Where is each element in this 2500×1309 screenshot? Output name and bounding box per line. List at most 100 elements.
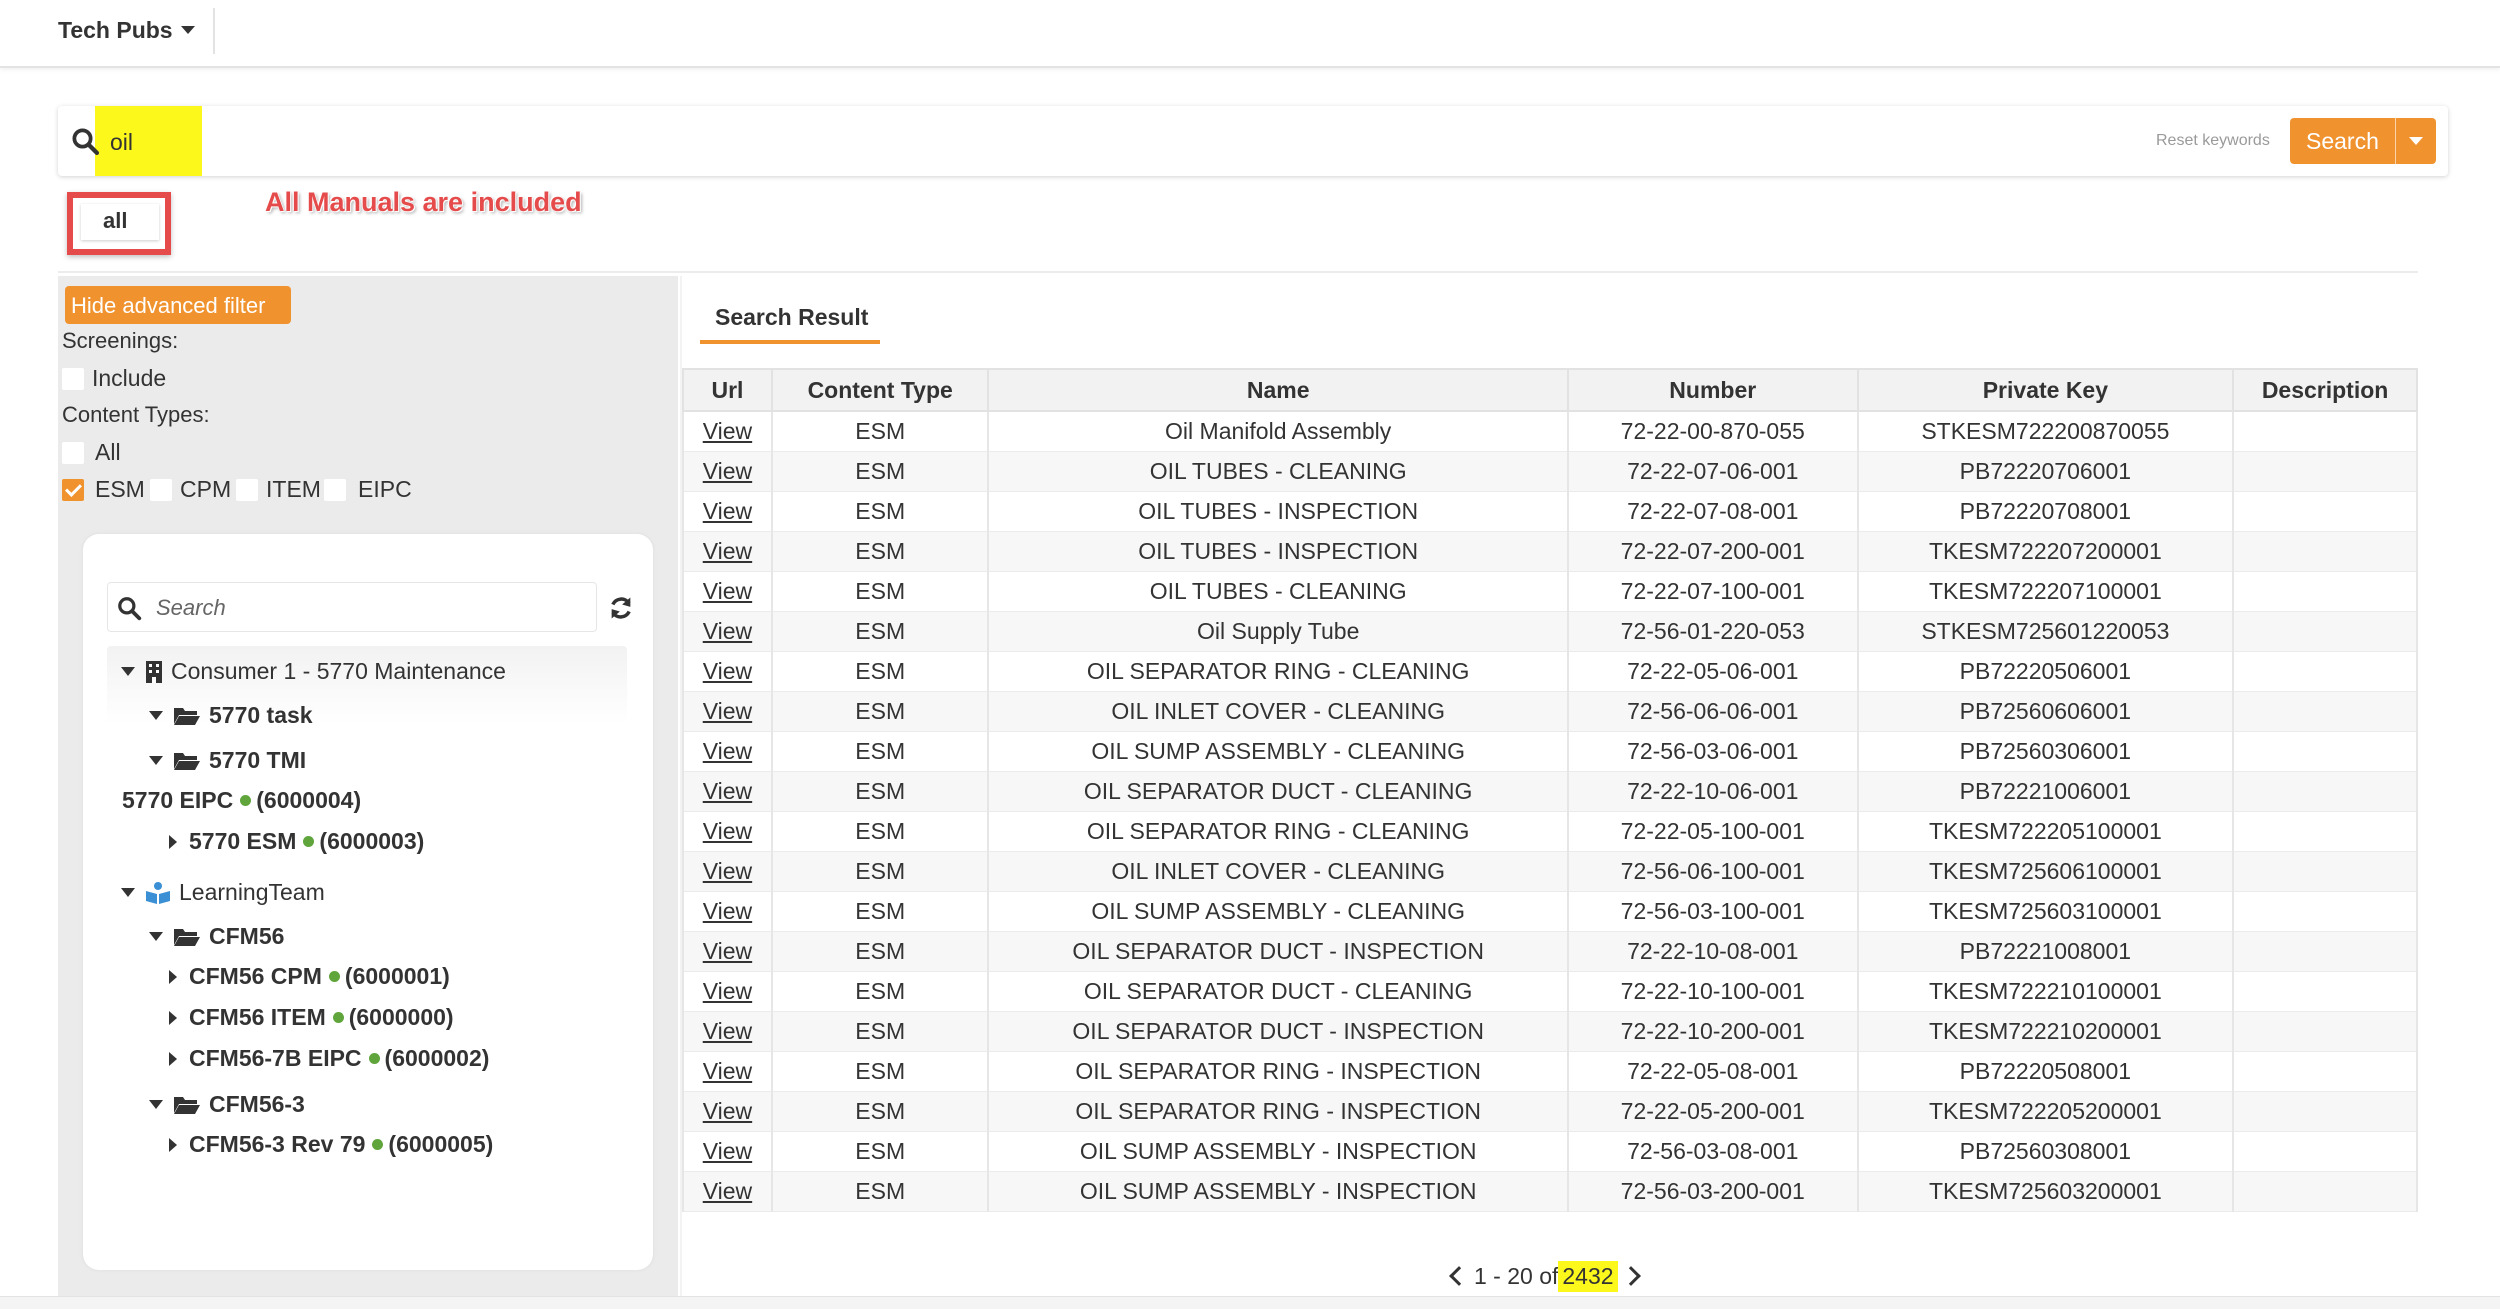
content-type-cell: ESM <box>770 691 990 732</box>
view-link[interactable]: View <box>703 898 752 924</box>
view-link[interactable]: View <box>703 1058 752 1084</box>
search-options-dropdown[interactable] <box>2396 137 2436 145</box>
view-link[interactable]: View <box>703 938 752 964</box>
column-header-url[interactable]: Url <box>682 368 773 412</box>
view-link[interactable]: View <box>703 978 752 1004</box>
view-link[interactable]: View <box>703 1178 752 1204</box>
app-menu-button[interactable]: Tech Pubs <box>58 14 195 46</box>
private-key-cell: TKESM725603100001 <box>1856 891 2235 932</box>
view-link[interactable]: View <box>703 658 752 684</box>
tab-search-result[interactable]: Search Result <box>700 296 880 344</box>
hide-advanced-filter-button[interactable]: Hide advanced filter <box>65 286 291 324</box>
tree-node-consumer[interactable]: Consumer 1 - 5770 Maintenance <box>121 658 506 685</box>
table-row: View ESM OIL INLET COVER - CLEANING 72-56-0… <box>682 691 2418 732</box>
table-row: View ESM OIL TUBES - INSPECTION 72-22-07-08… <box>682 491 2418 532</box>
column-header-name[interactable]: Name <box>987 368 1569 412</box>
private-key-cell: TKESM722207100001 <box>1856 571 2235 612</box>
pagination: 1 - 20 of 2432 <box>1446 1258 1641 1294</box>
refresh-icon[interactable] <box>607 594 635 622</box>
number-cell: 72-22-10-200-001 <box>1566 1011 1859 1052</box>
view-link[interactable]: View <box>703 1018 752 1044</box>
tree-node-cfm56-3[interactable]: CFM56-3 <box>149 1091 305 1118</box>
tree-node-5770-eipc[interactable]: 5770 EIPC (6000004) <box>122 787 361 814</box>
view-link[interactable]: View <box>703 458 752 484</box>
column-header-content-type[interactable]: Content Type <box>770 368 990 412</box>
folder-open-icon <box>174 707 200 725</box>
collapse-icon[interactable] <box>149 756 163 765</box>
reset-keywords-link[interactable]: Reset keywords <box>2156 132 2270 150</box>
tree-node-cfm56-7b-eipc[interactable]: CFM56-7B EIPC (6000002) <box>169 1045 489 1072</box>
table-row: View ESM OIL SEPARATOR DUCT - INSPECTION 72… <box>682 1011 2418 1052</box>
table-row: View ESM OIL TUBES - CLEANING 72-22-07-06-0… <box>682 451 2418 492</box>
expand-icon[interactable] <box>169 1051 177 1066</box>
view-link[interactable]: View <box>703 738 752 764</box>
tree-node-cfm56-3-rev79[interactable]: CFM56-3 Rev 79 (6000005) <box>169 1131 493 1158</box>
tree-search-input[interactable] <box>156 593 576 623</box>
view-link[interactable]: View <box>703 618 752 644</box>
tree-node-label: CFM56 <box>209 923 285 949</box>
view-link[interactable]: View <box>703 778 752 804</box>
description-cell <box>2232 1131 2418 1172</box>
keyword-input[interactable] <box>110 125 190 159</box>
include-checkbox[interactable] <box>62 368 84 390</box>
eipc-checkbox[interactable] <box>324 479 346 501</box>
name-cell: OIL SUMP ASSEMBLY - CLEANING <box>987 731 1569 772</box>
tree-node-cfm56-item[interactable]: CFM56 ITEM (6000000) <box>169 1004 454 1031</box>
view-link[interactable]: View <box>703 818 752 844</box>
chevron-left-icon[interactable] <box>1449 1266 1469 1286</box>
view-link[interactable]: View <box>703 698 752 724</box>
content-type-cell: ESM <box>770 411 990 452</box>
content-type-cell: ESM <box>770 491 990 532</box>
collapse-icon[interactable] <box>121 667 135 676</box>
search-button[interactable]: Search <box>2290 118 2436 164</box>
name-cell: OIL INLET COVER - CLEANING <box>987 691 1569 732</box>
collapse-icon[interactable] <box>121 888 135 897</box>
content-type-cell: ESM <box>770 731 990 772</box>
tree-node-5770-tmi[interactable]: 5770 TMI <box>149 747 306 774</box>
content-type-cell: ESM <box>770 971 990 1012</box>
view-link[interactable]: View <box>703 578 752 604</box>
esm-checkbox[interactable] <box>62 479 84 501</box>
tree-node-cfm56-cpm[interactable]: CFM56 CPM (6000001) <box>169 963 450 990</box>
all-types-checkbox[interactable] <box>62 442 84 464</box>
column-header-number[interactable]: Number <box>1566 368 1859 412</box>
item-checkbox[interactable] <box>236 479 258 501</box>
collapse-icon[interactable] <box>149 1100 163 1109</box>
private-key-cell: TKESM725603200001 <box>1856 1171 2235 1212</box>
tree-node-5770-task[interactable]: 5770 task <box>149 702 313 729</box>
name-cell: OIL TUBES - INSPECTION <box>987 531 1569 572</box>
collapse-icon[interactable] <box>149 932 163 941</box>
column-header-description[interactable]: Description <box>2232 368 2418 412</box>
description-cell <box>2232 571 2418 612</box>
column-header-private-key[interactable]: Private Key <box>1856 368 2235 412</box>
tree-node-cfm56[interactable]: CFM56 <box>149 923 284 950</box>
content-type-cell: ESM <box>770 651 990 692</box>
number-cell: 72-56-06-06-001 <box>1566 691 1859 732</box>
expand-icon[interactable] <box>169 834 177 849</box>
view-link[interactable]: View <box>703 1098 752 1124</box>
cpm-label: CPM <box>180 476 232 502</box>
tree-node-learningteam[interactable]: LearningTeam <box>121 879 325 906</box>
view-link[interactable]: View <box>703 858 752 884</box>
view-link[interactable]: View <box>703 418 752 444</box>
description-cell <box>2232 811 2418 852</box>
content-type-cell: ESM <box>770 1171 990 1212</box>
cpm-checkbox[interactable] <box>150 479 172 501</box>
view-link[interactable]: View <box>703 1138 752 1164</box>
tree-node-5770-esm[interactable]: 5770 ESM (6000003) <box>169 828 424 855</box>
annotation-text: All Manuals are included <box>265 187 582 217</box>
collapse-icon[interactable] <box>149 711 163 720</box>
view-link[interactable]: View <box>703 498 752 524</box>
content-type-cell: ESM <box>770 611 990 652</box>
view-link[interactable]: View <box>703 538 752 564</box>
expand-icon[interactable] <box>169 969 177 984</box>
content-type-cell: ESM <box>770 811 990 852</box>
private-key-cell: TKESM722207200001 <box>1856 531 2235 572</box>
results-table: Url Content Type Name Number Private Key… <box>682 368 2418 1212</box>
expand-icon[interactable] <box>169 1137 177 1152</box>
scope-chip-all[interactable]: all <box>81 204 159 240</box>
expand-icon[interactable] <box>169 1010 177 1025</box>
esm-label: ESM <box>95 476 145 502</box>
chevron-right-icon[interactable] <box>1620 1266 1641 1286</box>
tree-node-label: CFM56-7B EIPC <box>189 1045 362 1071</box>
